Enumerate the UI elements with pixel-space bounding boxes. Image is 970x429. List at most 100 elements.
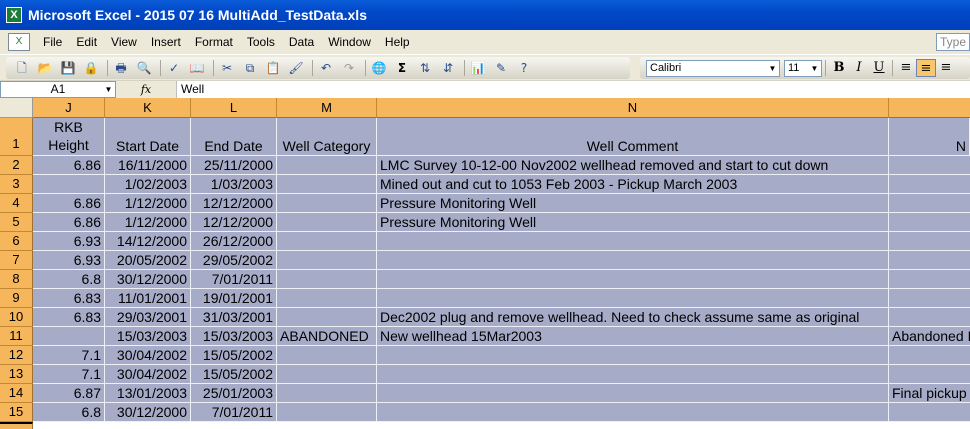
- cell-M[interactable]: [277, 384, 377, 403]
- menu-insert[interactable]: Insert: [144, 35, 188, 49]
- cell-N[interactable]: New wellhead 15Mar2003: [377, 327, 889, 346]
- row-header[interactable]: 10: [0, 308, 33, 327]
- italic-button[interactable]: I: [849, 59, 869, 77]
- cell-K[interactable]: 30/12/2000: [105, 403, 191, 422]
- chevron-down-icon[interactable]: ▼: [103, 83, 114, 96]
- cell-K[interactable]: 1/12/2000: [105, 213, 191, 232]
- menu-data[interactable]: Data: [282, 35, 321, 49]
- underline-button[interactable]: U: [869, 59, 889, 77]
- cell-N[interactable]: [377, 384, 889, 403]
- copy-icon[interactable]: ⧉: [240, 59, 260, 77]
- cell-O[interactable]: [889, 213, 970, 232]
- cell-L[interactable]: 31/03/2001: [191, 308, 277, 327]
- cell-J[interactable]: 6.86: [33, 213, 105, 232]
- column-header-N[interactable]: N: [377, 98, 889, 118]
- cell-K[interactable]: 30/04/2002: [105, 346, 191, 365]
- cell-M[interactable]: [277, 251, 377, 270]
- row-header[interactable]: 12: [0, 346, 33, 365]
- save-icon[interactable]: 💾: [58, 59, 78, 77]
- cell-K[interactable]: 13/01/2003: [105, 384, 191, 403]
- cell-N[interactable]: [377, 232, 889, 251]
- spelling-icon[interactable]: ✓: [164, 59, 184, 77]
- cell-L[interactable]: 15/05/2002: [191, 346, 277, 365]
- cell-N[interactable]: [377, 251, 889, 270]
- cell-M[interactable]: [277, 308, 377, 327]
- cell-L[interactable]: 1/03/2003: [191, 175, 277, 194]
- cell-J[interactable]: 7.1: [33, 346, 105, 365]
- cell-L[interactable]: 15/03/2003: [191, 327, 277, 346]
- open-icon[interactable]: 📂: [35, 59, 55, 77]
- formula-input[interactable]: Well: [176, 81, 970, 98]
- print-icon[interactable]: 🖶: [111, 59, 131, 77]
- cell-L[interactable]: 25/11/2000: [191, 156, 277, 175]
- column-header-M[interactable]: M: [277, 98, 377, 118]
- row-header[interactable]: 14: [0, 384, 33, 403]
- row-header[interactable]: 11: [0, 327, 33, 346]
- cell-N[interactable]: [377, 365, 889, 384]
- cell-K[interactable]: 30/04/2002: [105, 365, 191, 384]
- cell-K[interactable]: 20/05/2002: [105, 251, 191, 270]
- font-name-select[interactable]: Calibri ▼: [646, 59, 780, 77]
- header-cell-O[interactable]: N: [889, 118, 970, 156]
- cell-O[interactable]: [889, 270, 970, 289]
- align-right-icon[interactable]: ≡: [936, 59, 956, 77]
- menu-view[interactable]: View: [104, 35, 144, 49]
- cell-O[interactable]: [889, 308, 970, 327]
- cell-N[interactable]: [377, 403, 889, 422]
- research-icon[interactable]: 📖: [187, 59, 207, 77]
- cell-O[interactable]: Abandoned I: [889, 327, 970, 346]
- redo-icon[interactable]: ↷: [339, 59, 359, 77]
- align-left-icon[interactable]: ≡: [896, 59, 916, 77]
- cell-K[interactable]: 29/03/2001: [105, 308, 191, 327]
- cell-M[interactable]: [277, 289, 377, 308]
- workbook-icon[interactable]: X: [8, 33, 30, 51]
- cell-M[interactable]: [277, 346, 377, 365]
- cell-J[interactable]: 6.87: [33, 384, 105, 403]
- cut-icon[interactable]: ✂: [217, 59, 237, 77]
- cell-O[interactable]: [889, 365, 970, 384]
- menu-format[interactable]: Format: [188, 35, 240, 49]
- column-header-K[interactable]: K: [105, 98, 191, 118]
- header-cell-K[interactable]: Start Date: [105, 118, 191, 156]
- cell-L[interactable]: 7/01/2011: [191, 403, 277, 422]
- column-header-L[interactable]: L: [191, 98, 277, 118]
- cell-O[interactable]: [889, 194, 970, 213]
- menu-help[interactable]: Help: [378, 35, 417, 49]
- menu-edit[interactable]: Edit: [69, 35, 104, 49]
- cell-J[interactable]: 6.93: [33, 232, 105, 251]
- cell-M[interactable]: [277, 403, 377, 422]
- cell-M[interactable]: [277, 365, 377, 384]
- cell-J[interactable]: [33, 327, 105, 346]
- cell-N[interactable]: Dec2002 plug and remove wellhead. Need t…: [377, 308, 889, 327]
- name-box[interactable]: A1 ▼: [0, 81, 116, 98]
- header-cell-N[interactable]: Well Comment: [377, 118, 889, 156]
- row-header[interactable]: 6: [0, 232, 33, 251]
- row-header[interactable]: 9: [0, 289, 33, 308]
- cell-K[interactable]: 30/12/2000: [105, 270, 191, 289]
- cell-J[interactable]: 6.86: [33, 156, 105, 175]
- undo-icon[interactable]: ↶: [316, 59, 336, 77]
- row-header[interactable]: 13: [0, 365, 33, 384]
- row-header[interactable]: 8: [0, 270, 33, 289]
- permission-icon[interactable]: 🔒: [81, 59, 101, 77]
- cell-J[interactable]: 6.8: [33, 270, 105, 289]
- cell-L[interactable]: 29/05/2002: [191, 251, 277, 270]
- print-preview-icon[interactable]: 🔍: [134, 59, 154, 77]
- cell-M[interactable]: [277, 194, 377, 213]
- cell-N[interactable]: [377, 346, 889, 365]
- row-header[interactable]: 4: [0, 194, 33, 213]
- cell-K[interactable]: 1/02/2003: [105, 175, 191, 194]
- cell-L[interactable]: 7/01/2011: [191, 270, 277, 289]
- hyperlink-icon[interactable]: 🌐: [369, 59, 389, 77]
- cell-M[interactable]: [277, 175, 377, 194]
- cell-K[interactable]: 14/12/2000: [105, 232, 191, 251]
- sort-ascending-icon[interactable]: ⇅: [415, 59, 435, 77]
- header-cell-J[interactable]: RKB Height: [33, 118, 105, 156]
- cell-J[interactable]: 6.8: [33, 403, 105, 422]
- header-cell-L[interactable]: End Date: [191, 118, 277, 156]
- cell-L[interactable]: 15/05/2002: [191, 365, 277, 384]
- cell-L[interactable]: 12/12/2000: [191, 194, 277, 213]
- cell-O[interactable]: [889, 175, 970, 194]
- cell-N[interactable]: [377, 270, 889, 289]
- row-header[interactable]: 3: [0, 175, 33, 194]
